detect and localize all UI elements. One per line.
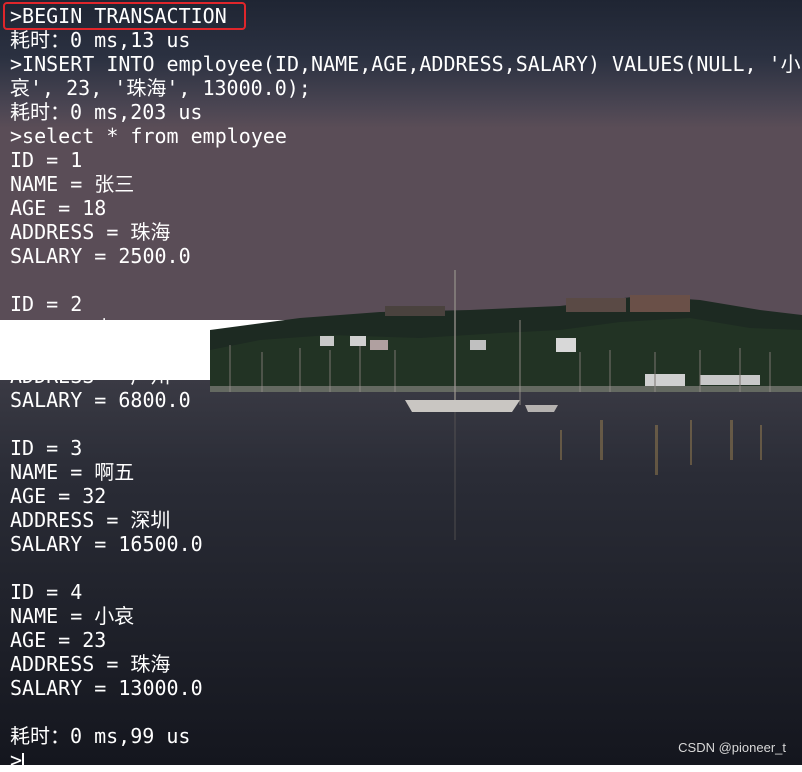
terminal-line: NAME = 张三 (10, 172, 135, 196)
terminal-line: SALARY = 6800.0 (10, 388, 191, 412)
terminal-line: 耗时：0 ms,203 us (10, 100, 203, 124)
terminal-line: AGE = 18 (10, 196, 107, 220)
terminal-line: NAME = 啊五 (10, 460, 135, 484)
terminal-line: SALARY = 13000.0 (10, 676, 203, 700)
terminal-line: ADDRESS = 珠海 (10, 652, 171, 676)
terminal-line: AGE = 23 (10, 628, 107, 652)
terminal-line: ID = 3 (10, 436, 83, 460)
terminal-line: NAME = 小哀 (10, 604, 135, 628)
terminal-line: ADDRESS = 珠海 (10, 220, 171, 244)
terminal-line: ADDRESS = 广州 (10, 364, 171, 388)
terminal-output[interactable]: >BEGIN TRANSACTION 耗时：0 ms,13 us >INSERT… (10, 4, 802, 772)
terminal-line: 哀', 23, '珠海', 13000.0); (10, 76, 311, 100)
terminal-line: ID = 1 (10, 148, 83, 172)
terminal-line: ID = 2 (10, 292, 83, 316)
terminal-line: >select * from employee (10, 124, 287, 148)
terminal-line: ID = 4 (10, 580, 83, 604)
terminal-line: >BEGIN TRANSACTION (10, 4, 227, 28)
prompt-symbol: > (10, 748, 23, 772)
terminal-line: 耗时：0 ms,13 us (10, 28, 191, 52)
terminal-line: AGE = 32 (10, 484, 107, 508)
terminal-line: SALARY = 2500.0 (10, 244, 191, 268)
terminal-line: ADDRESS = 深圳 (10, 508, 171, 532)
text-cursor (22, 752, 25, 771)
terminal-line: SALARY = 16500.0 (10, 532, 203, 556)
terminal-line: AGE = 21 (10, 340, 107, 364)
terminal-line: >INSERT INTO employee(ID,NAME,AGE,ADDRES… (10, 52, 801, 76)
watermark-text: CSDN @pioneer_t (678, 740, 786, 755)
terminal-line: NAME = 李四 (10, 316, 135, 340)
